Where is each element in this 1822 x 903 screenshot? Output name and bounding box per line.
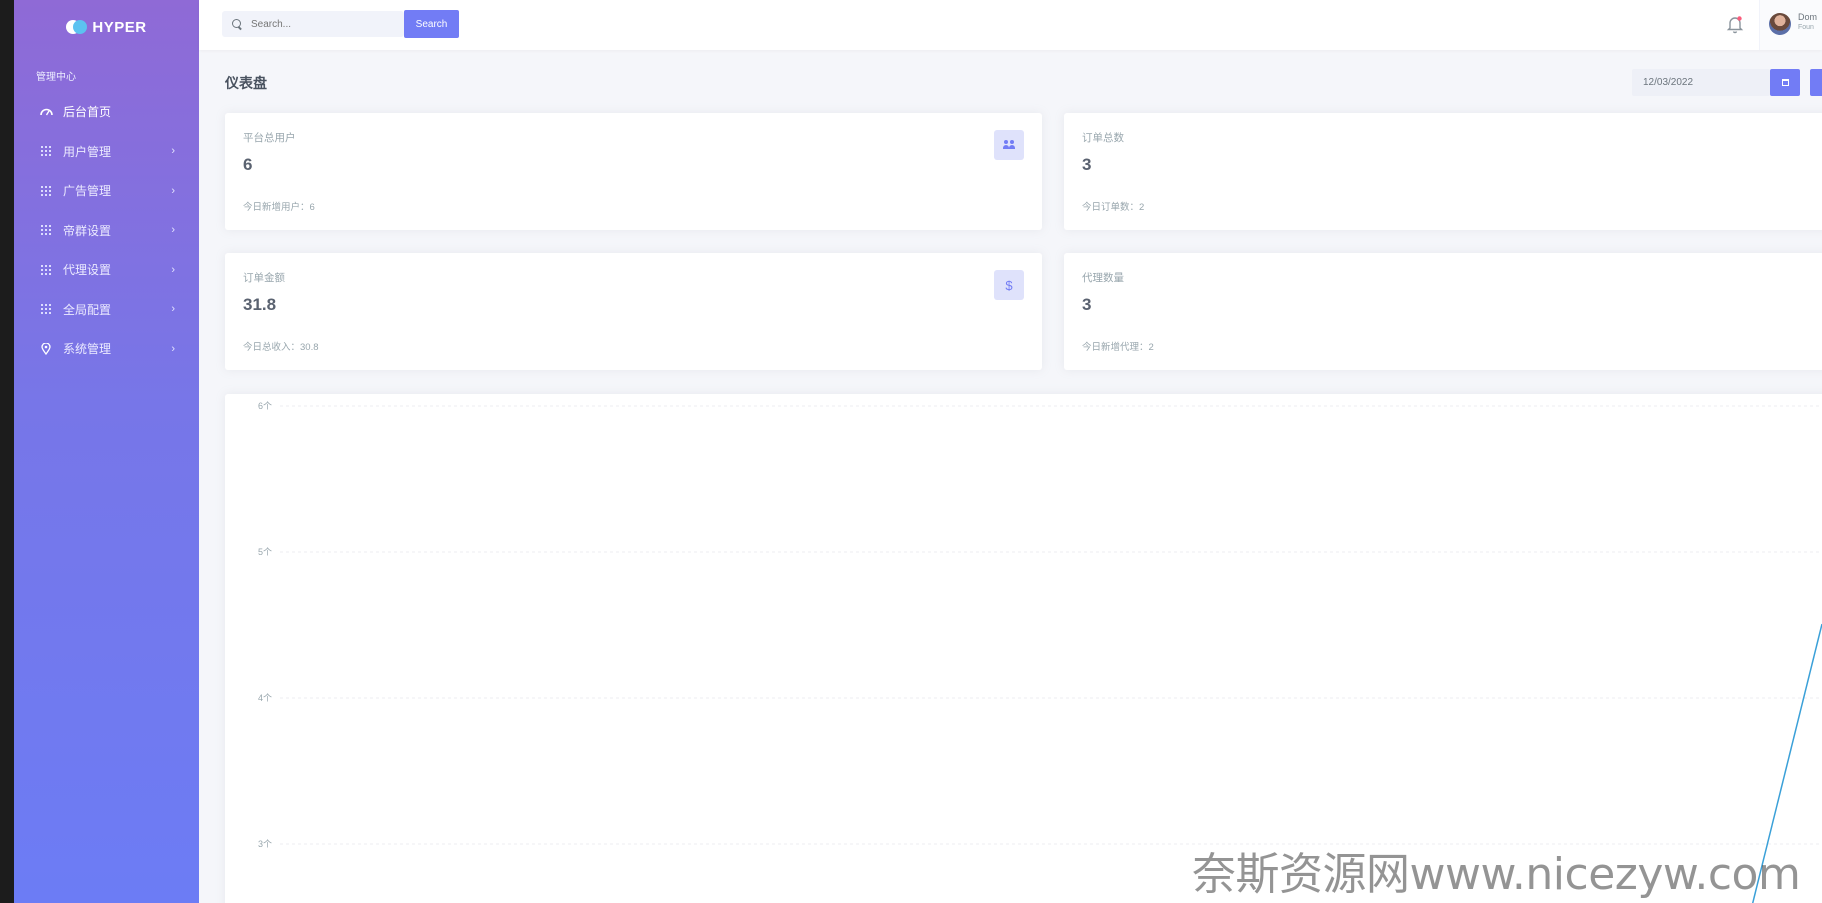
map-pin-icon <box>39 342 53 356</box>
watermark: 奈斯资源网www.nicezyw.com <box>1192 849 1801 900</box>
y-tick-label: 4个 <box>258 693 272 703</box>
stat-label: 代理数量 <box>1082 272 1124 284</box>
stat-card-order-amount: 订单金额 31.8 今日总收入：30.8 $ <box>225 253 1042 370</box>
avatar <box>1769 13 1791 35</box>
sidebar-item-label: 广告管理 <box>63 184 112 199</box>
line-chart: 6个 5个 4个 3个 <box>258 401 1822 903</box>
chart-card: 6个 5个 4个 3个 <box>225 394 1822 903</box>
stat-value: 6 <box>243 155 253 174</box>
menu-section-title: 管理中心 <box>36 72 76 83</box>
stat-subtext: 今日订单数：2 <box>1082 202 1145 213</box>
chevron-right-icon: › <box>171 342 175 355</box>
brand-name: HYPER <box>92 18 147 36</box>
stat-value: 31.8 <box>243 295 277 314</box>
chevron-right-icon: › <box>171 303 175 316</box>
stat-subtext: 今日新增用户：6 <box>243 202 315 213</box>
sidebar-item-users[interactable]: 用户管理 › <box>14 132 199 172</box>
sidebar: HYPER 管理中心 后台首页 用户管理 › 广告管理 › 帝群设置 › 代理设… <box>14 0 199 903</box>
user-name: Dom <box>1798 12 1818 22</box>
search-icon <box>232 18 243 30</box>
sidebar-item-label: 全局配置 <box>63 302 112 317</box>
stat-card-total-users: 平台总用户 6 今日新增用户：6 <box>225 113 1042 230</box>
topbar: Search Dom Foun <box>199 0 1822 50</box>
stat-card-total-orders: 订单总数 3 今日订单数：2 <box>1064 113 1822 230</box>
sidebar-item-global-config[interactable]: 全局配置 › <box>14 290 199 330</box>
sidebar-item-agent-settings[interactable]: 代理设置 › <box>14 250 199 290</box>
grid-icon <box>39 223 53 237</box>
search-input[interactable] <box>251 18 401 30</box>
refresh-button[interactable] <box>1810 69 1822 96</box>
brand[interactable]: HYPER <box>14 0 199 54</box>
grid-icon <box>39 184 53 198</box>
chevron-right-icon: › <box>171 224 175 237</box>
date-picker-input[interactable]: 12/03/2022 <box>1632 69 1770 96</box>
dollar-icon: $ <box>994 270 1024 300</box>
chevron-right-icon: › <box>171 184 175 197</box>
sidebar-item-label: 帝群设置 <box>63 223 112 238</box>
y-tick-label: 6个 <box>258 401 272 411</box>
dashboard-icon <box>39 105 53 119</box>
sidebar-menu: 后台首页 用户管理 › 广告管理 › 帝群设置 › 代理设置 › 全局配置 › <box>14 92 199 369</box>
chevron-right-icon: › <box>171 263 175 276</box>
grid-icon <box>39 302 53 316</box>
sidebar-item-label: 后台首页 <box>63 105 112 120</box>
y-tick-label: 3个 <box>258 839 272 849</box>
stat-value: 3 <box>1082 155 1092 174</box>
stat-value: 3 <box>1082 295 1092 314</box>
screen-edge <box>0 0 14 903</box>
stat-label: 订单总数 <box>1082 132 1124 144</box>
chevron-right-icon: › <box>171 145 175 158</box>
stat-subtext: 今日新增代理：2 <box>1082 342 1154 353</box>
user-menu[interactable]: Dom Foun <box>1759 0 1822 50</box>
users-icon <box>994 130 1024 160</box>
calendar-icon <box>1781 79 1789 86</box>
sidebar-item-group-settings[interactable]: 帝群设置 › <box>14 211 199 251</box>
page-title: 仪表盘 <box>225 75 267 91</box>
sidebar-item-label: 用户管理 <box>63 144 112 159</box>
grid-icon <box>39 263 53 277</box>
sidebar-item-label: 系统管理 <box>63 342 112 357</box>
stat-subtext: 今日总收入：30.8 <box>243 342 319 353</box>
stat-label: 平台总用户 <box>243 132 296 144</box>
sidebar-item-system[interactable]: 系统管理 › <box>14 329 199 369</box>
stat-label: 订单金额 <box>243 272 285 284</box>
stat-card-agent-count: 代理数量 3 今日新增代理：2 <box>1064 253 1822 370</box>
sidebar-item-ads[interactable]: 广告管理 › <box>14 171 199 211</box>
sidebar-item-dashboard[interactable]: 后台首页 <box>14 92 199 132</box>
search-button[interactable]: Search <box>404 10 459 38</box>
y-tick-label: 5个 <box>258 547 272 557</box>
brand-logo-icon <box>66 20 88 34</box>
user-role: Foun <box>1798 24 1814 31</box>
sidebar-item-label: 代理设置 <box>63 263 112 278</box>
grid-icon <box>39 144 53 158</box>
calendar-button[interactable] <box>1770 69 1800 96</box>
search-box <box>222 11 404 37</box>
notification-bell-icon[interactable] <box>1723 12 1747 36</box>
